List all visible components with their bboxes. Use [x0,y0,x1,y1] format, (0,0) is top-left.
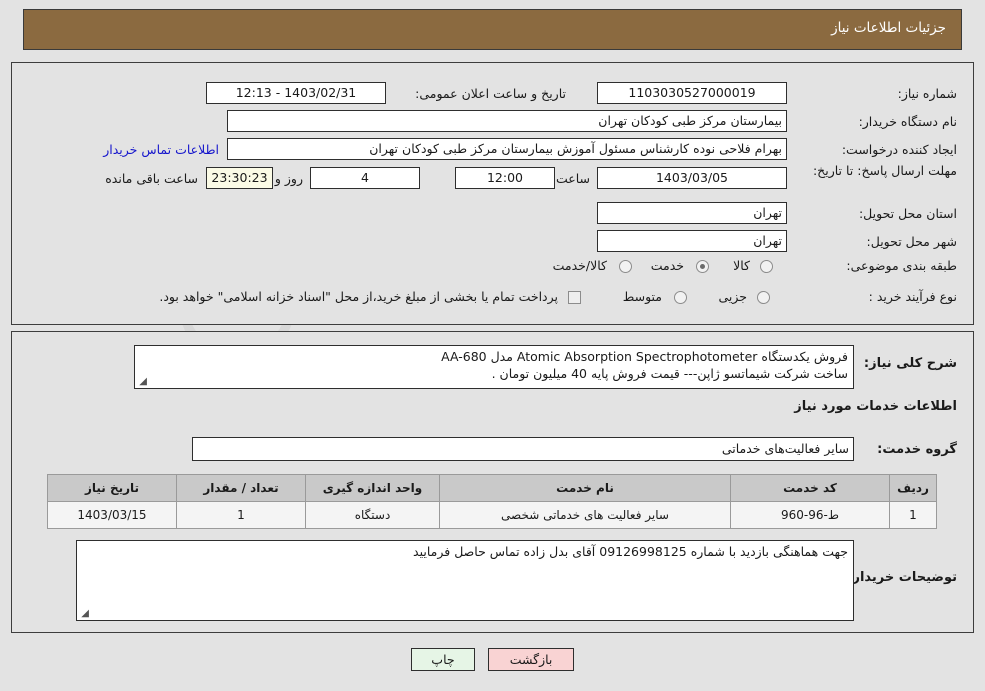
table-row: 1 ط-96-960 سایر فعالیت های خدماتی شخصی د… [47,501,937,529]
need-info-panel: شماره نیاز: 1103030527000019 تاریخ و ساع… [11,62,974,325]
process-option-motavaset: متوسط [622,289,662,304]
page-root: AnaTender.net جزئیات اطلاعات نیاز شماره … [0,0,985,691]
buyer-notes-value: جهت هماهنگی بازدید با شماره 09126998125 … [413,544,848,559]
th-radif: ردیف [889,474,937,502]
buyer-org-label: نام دستگاه خریدار: [858,114,957,129]
resize-handle-icon[interactable]: ◢ [137,377,147,387]
category-radio-kala-khedmat[interactable] [619,260,632,273]
td-radif: 1 [889,501,937,529]
th-unit: واحد اندازه گیری [305,474,440,502]
process-option-jozi: جزیی [718,289,747,304]
td-name: سایر فعالیت های خدماتی شخصی [439,501,731,529]
city-value: تهران [597,230,787,252]
category-option-kala: کالا [733,258,750,273]
deadline-date: 1403/03/05 [597,167,787,189]
category-radio-khedmat[interactable] [696,260,709,273]
services-table: ردیف کد خدمت نام خدمت واحد اندازه گیری ت… [47,474,937,529]
buyer-contact-link[interactable]: اطلاعات تماس خریدار [103,142,219,157]
td-date: 1403/03/15 [47,501,177,529]
deadline-countdown: 23:30:23 [206,167,273,189]
table-header-row: ردیف کد خدمت نام خدمت واحد اندازه گیری ت… [47,474,937,502]
td-code: ط-96-960 [730,501,890,529]
service-group-value: سایر فعالیت‌های خدماتی [192,437,854,461]
th-name: نام خدمت [439,474,731,502]
city-label: شهر محل تحویل: [866,234,957,249]
deadline-days: 4 [310,167,420,189]
deadline-label: مهلت ارسال پاسخ: تا تاریخ: [792,163,957,178]
back-button[interactable]: بازگشت [488,648,575,671]
province-label: استان محل تحویل: [858,206,957,221]
process-radio-jozi[interactable] [757,291,770,304]
buyer-org-value: بیمارستان مرکز طبی کودکان تهران [227,110,787,132]
deadline-hour: 12:00 [455,167,555,189]
summary-textarea[interactable]: فروش یکدستگاه Atomic Absorption Spectrop… [134,345,854,389]
th-code: کد خدمت [730,474,890,502]
deadline-days-suffix: روز و [274,171,303,186]
process-type-label: نوع فرآیند خرید : [868,289,957,304]
buyer-notes-label: توضیحات خریدار: [847,570,957,585]
summary-line-1: فروش یکدستگاه Atomic Absorption Spectrop… [441,349,848,364]
need-number-value: 1103030527000019 [597,82,787,104]
treasury-documents-checkbox[interactable] [568,291,581,304]
action-buttons: بازگشت چاپ [0,648,985,671]
announce-datetime-label: تاریخ و ساعت اعلان عمومی: [415,86,566,101]
resize-handle-icon-2[interactable]: ◢ [79,609,89,619]
td-unit: دستگاه [305,501,440,529]
th-date: تاریخ نیاز [47,474,177,502]
need-number-label: شماره نیاز: [897,86,957,101]
print-button[interactable]: چاپ [410,648,475,671]
summary-line-2: ساخت شرکت شیماتسو ژاپن--- قیمت فروش پایه… [491,366,848,381]
summary-label: شرح کلی نیاز: [863,356,957,371]
buyer-notes-textarea[interactable]: جهت هماهنگی بازدید با شماره 09126998125 … [76,540,854,621]
category-option-kala-khedmat: کالا/خدمت [552,258,607,273]
page-title: جزئیات اطلاعات نیاز [831,20,946,36]
deadline-label-text: مهلت ارسال پاسخ: تا تاریخ: [812,163,957,178]
category-label: طبقه بندی موضوعی: [846,258,957,273]
services-section-title: اطلاعات خدمات مورد نیاز [794,399,957,414]
category-option-khedmat: خدمت [650,258,684,273]
announce-datetime-value: 1403/02/31 - 12:13 [206,82,386,104]
treasury-documents-note: پرداخت تمام یا بخشی از مبلغ خرید،از محل … [159,289,558,304]
province-value: تهران [597,202,787,224]
th-quantity: تعداد / مقدار [176,474,306,502]
service-group-label: گروه خدمت: [877,442,957,457]
requester-value: بهرام فلاحی نوده کارشناس مسئول آموزش بیم… [227,138,787,160]
deadline-hour-label: ساعت [555,171,590,186]
requester-label: ایجاد کننده درخواست: [841,142,957,157]
deadline-countdown-suffix: ساعت باقی مانده [105,171,198,186]
category-radio-kala[interactable] [760,260,773,273]
process-radio-motavaset[interactable] [674,291,687,304]
header-bar: جزئیات اطلاعات نیاز [23,9,962,50]
td-quantity: 1 [176,501,306,529]
